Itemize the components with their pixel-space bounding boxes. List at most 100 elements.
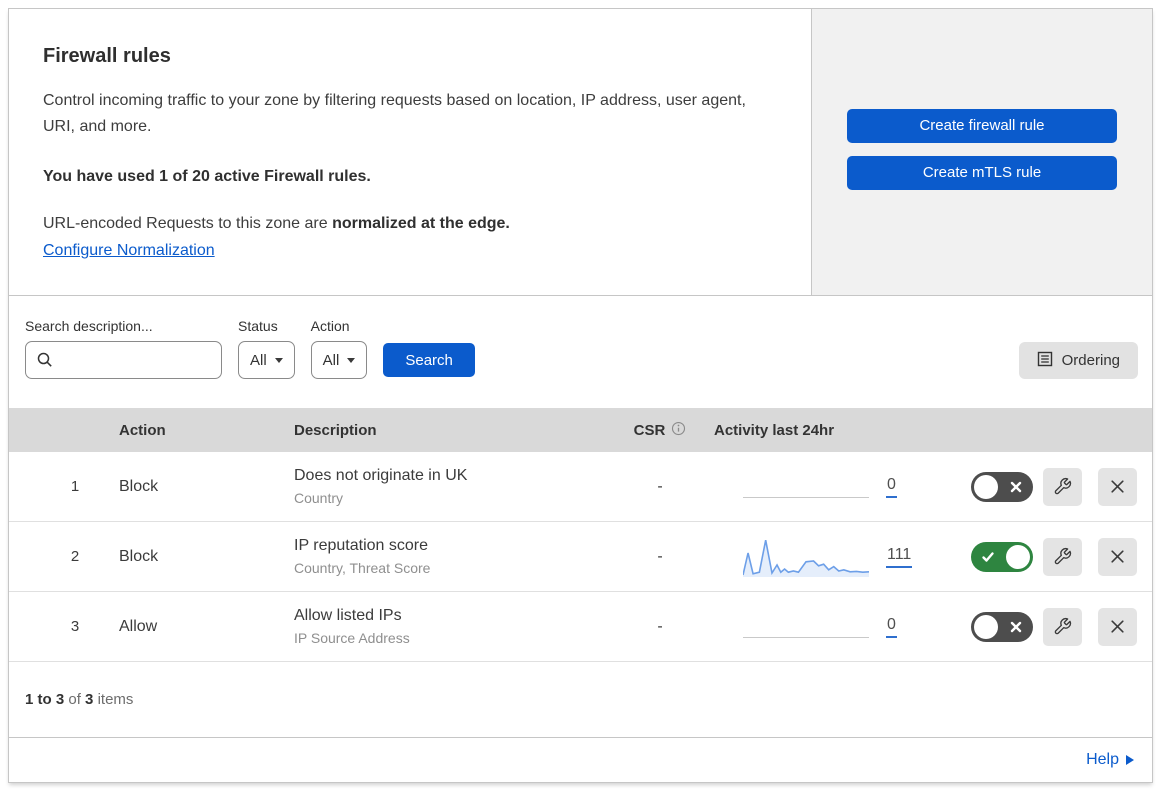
rule-enabled-toggle[interactable]: [971, 471, 1033, 502]
help-bar: Help: [9, 738, 1152, 782]
search-label: Search description...: [25, 318, 153, 334]
delete-rule-button[interactable]: [1098, 607, 1137, 646]
activity-sparkline: [743, 467, 869, 507]
search-box: [25, 341, 222, 379]
rule-description-cell: Allow listed IPs IP Source Address: [286, 607, 614, 646]
rule-controls: [971, 467, 1152, 506]
status-selected-value: All: [250, 351, 267, 369]
status-label: Status: [238, 318, 278, 334]
table-row: 2 Block IP reputation score Country, Thr…: [9, 522, 1152, 592]
action-filter-group: Action All: [310, 318, 368, 379]
rule-description: Does not originate in UK: [294, 467, 468, 484]
toggle-knob: [974, 474, 998, 499]
rule-controls: [971, 537, 1152, 576]
info-icon[interactable]: [671, 421, 686, 440]
status-select[interactable]: All: [238, 341, 295, 379]
wrench-icon: [1054, 547, 1072, 565]
activity-count-link[interactable]: 0: [886, 476, 897, 498]
rule-description: IP reputation score: [294, 537, 429, 554]
edit-rule-button[interactable]: [1043, 537, 1082, 576]
column-header-action: Action: [119, 421, 166, 439]
rule-action: Block: [119, 547, 159, 565]
create-mtls-rule-button[interactable]: Create mTLS rule: [847, 155, 1117, 190]
table-row: 1 Block Does not originate in UK Country…: [9, 452, 1152, 522]
rule-controls: [971, 607, 1152, 646]
filter-bar: Search description... Status All Action …: [9, 296, 1152, 408]
rule-description-cell: IP reputation score Country, Threat Scor…: [286, 537, 614, 576]
table-header: Action Description CSR Activity last 24h…: [9, 408, 1152, 452]
normalization-emphasis: normalized at the edge.: [332, 215, 510, 232]
rule-priority: 2: [70, 548, 80, 565]
x-icon: [1010, 621, 1022, 632]
activity-cell: 0: [706, 467, 971, 507]
delete-rule-button[interactable]: [1098, 537, 1137, 576]
rule-enabled-toggle[interactable]: [971, 541, 1033, 572]
close-icon: [1111, 620, 1124, 633]
edit-rule-button[interactable]: [1043, 467, 1082, 506]
activity-count-link[interactable]: 111: [886, 546, 913, 568]
rule-priority: 1: [70, 478, 80, 495]
activity-sparkline: [743, 607, 869, 647]
intro-panel: Firewall rules Control incoming traffic …: [9, 9, 812, 295]
table-body: 1 Block Does not originate in UK Country…: [9, 452, 1152, 662]
ordering-list-icon: [1037, 351, 1053, 371]
delete-rule-button[interactable]: [1098, 467, 1137, 506]
page-description: Control incoming traffic to your zone by…: [43, 92, 746, 135]
pager: 1 to 3 of 3 items: [9, 662, 1152, 738]
rule-enabled-toggle[interactable]: [971, 611, 1033, 642]
cta-panel: Create firewall rule Create mTLS rule: [812, 9, 1152, 295]
status-filter-group: Status All: [238, 318, 295, 379]
action-label: Action: [310, 318, 350, 334]
chevron-down-icon: [347, 357, 356, 363]
rule-criteria: Country: [294, 490, 344, 506]
ordering-button[interactable]: Ordering: [1018, 342, 1138, 379]
create-firewall-rule-button[interactable]: Create firewall rule: [847, 108, 1117, 143]
toggle-knob: [974, 614, 998, 639]
normalization-note: URL-encoded Requests to this zone are no…: [43, 215, 771, 233]
x-icon: [1010, 481, 1022, 492]
page-title: Firewall rules: [43, 45, 171, 67]
pager-items: items: [97, 691, 134, 708]
toggle-knob: [1006, 544, 1030, 569]
activity-count-link[interactable]: 0: [886, 616, 897, 638]
rule-description: Allow listed IPs: [294, 607, 402, 624]
ordering-label: Ordering: [1061, 352, 1120, 369]
csr-label: CSR: [633, 421, 666, 439]
rule-csr: -: [657, 617, 663, 635]
action-selected-value: All: [322, 351, 340, 369]
usage-summary: You have used 1 of 20 active Firewall ru…: [43, 168, 371, 185]
activity-cell: 0: [706, 607, 971, 647]
rule-action: Allow: [119, 617, 158, 635]
pager-of: of: [68, 691, 81, 708]
rule-priority: 3: [70, 618, 80, 635]
arrow-right-icon: [1126, 755, 1134, 765]
intro-section: Firewall rules Control incoming traffic …: [9, 9, 1152, 296]
activity-sparkline: [743, 537, 869, 577]
activity-cell: 111: [706, 537, 971, 577]
rule-csr: -: [657, 547, 663, 565]
wrench-icon: [1054, 477, 1072, 495]
chevron-down-icon: [274, 357, 283, 363]
firewall-rules-page: Firewall rules Control incoming traffic …: [8, 8, 1153, 783]
action-select[interactable]: All: [310, 341, 368, 379]
normalization-text: URL-encoded Requests to this zone are: [43, 215, 333, 232]
edit-rule-button[interactable]: [1043, 607, 1082, 646]
rule-criteria: IP Source Address: [294, 630, 410, 646]
help-link[interactable]: Help: [1086, 751, 1134, 769]
configure-normalization-link[interactable]: Configure Normalization: [43, 242, 215, 260]
search-icon: [37, 352, 53, 373]
pager-total: 3: [85, 691, 94, 708]
column-header-csr: CSR: [614, 421, 706, 440]
search-input[interactable]: [25, 341, 222, 379]
wrench-icon: [1054, 617, 1072, 635]
rule-criteria: Country, Threat Score: [294, 560, 431, 576]
column-header-description: Description: [294, 421, 377, 439]
close-icon: [1111, 480, 1124, 493]
search-button[interactable]: Search: [383, 343, 475, 377]
table-row: 3 Allow Allow listed IPs IP Source Addre…: [9, 592, 1152, 662]
rule-description-cell: Does not originate in UK Country: [286, 467, 614, 506]
pager-range: 1 to 3: [25, 691, 65, 708]
rule-csr: -: [657, 477, 663, 495]
column-header-activity: Activity last 24hr: [714, 421, 835, 439]
rule-action: Block: [119, 477, 159, 495]
